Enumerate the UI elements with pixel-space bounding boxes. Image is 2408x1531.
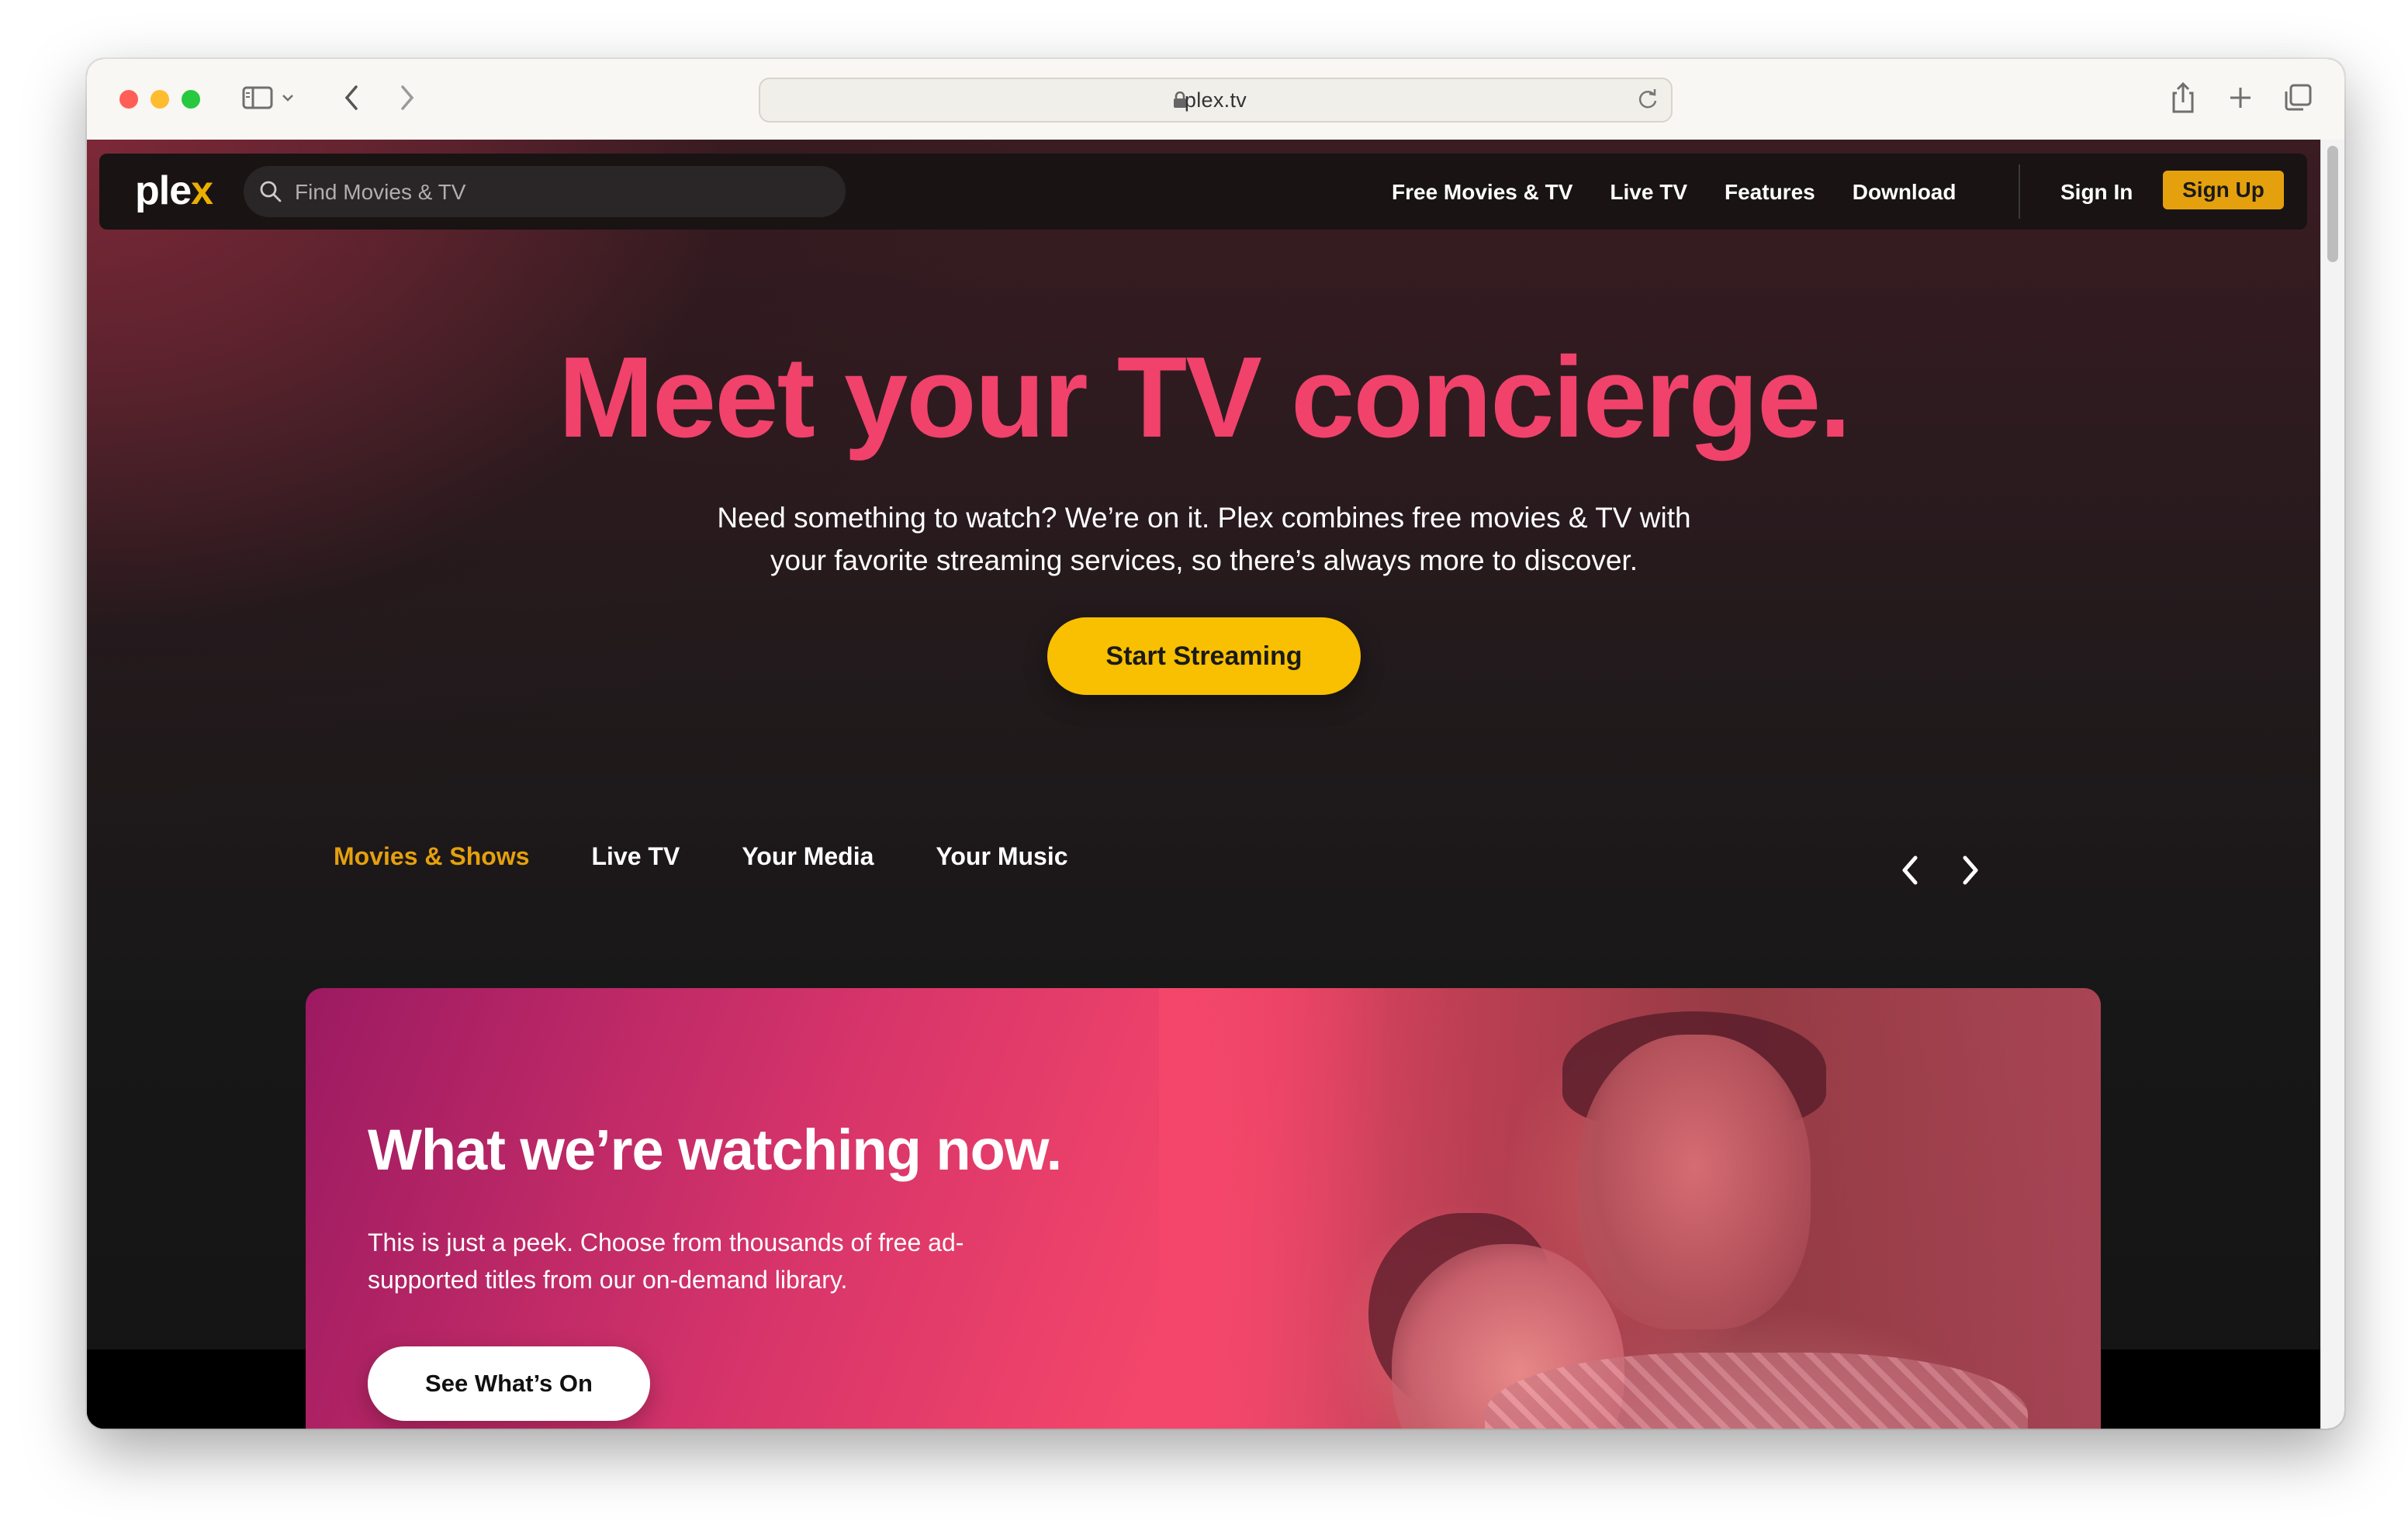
plex-logo[interactable]: plex: [135, 168, 213, 214]
sign-in-link[interactable]: Sign In: [2060, 180, 2133, 205]
logo-accent: x: [191, 168, 213, 213]
hero-subtitle-line-1: Need something to watch? We’re on it. Pl…: [717, 502, 1691, 534]
carousel-next-icon[interactable]: [1955, 853, 1986, 887]
forward-icon[interactable]: [388, 79, 425, 116]
sign-up-button[interactable]: Sign Up: [2163, 171, 2284, 209]
nav-divider: [2019, 164, 2020, 219]
see-whats-on-button[interactable]: See What’s On: [368, 1346, 650, 1421]
hero-title: Meet your TV concierge.: [558, 334, 1852, 461]
minimize-window-button[interactable]: [150, 90, 169, 109]
hero-subtitle: Need something to watch? We’re on it. Pl…: [661, 496, 1747, 582]
share-icon[interactable]: [2164, 79, 2202, 116]
search-input[interactable]: [293, 177, 824, 208]
nav-link-free-movies-tv[interactable]: Free Movies & TV: [1392, 180, 1572, 205]
reload-icon[interactable]: [1635, 87, 1660, 116]
tab-your-media[interactable]: Your Media: [742, 842, 874, 871]
address-bar[interactable]: plex.tv: [759, 78, 1673, 123]
feature-card: What we’re watching now. This is just a …: [306, 988, 2101, 1429]
card-description: This is just a peek. Choose from thousan…: [368, 1229, 964, 1294]
tab-movies-shows[interactable]: Movies & Shows: [334, 842, 530, 871]
nav-links: Free Movies & TV Live TV Features Downlo…: [1392, 180, 1956, 205]
nav-link-live-tv[interactable]: Live TV: [1610, 180, 1687, 205]
zoom-window-button[interactable]: [182, 90, 200, 109]
browser-window: plex.tv plex Free Movies & TV: [87, 59, 2344, 1429]
nav-link-download[interactable]: Download: [1853, 180, 1956, 205]
site-navbar: plex Free Movies & TV Live TV Features D…: [99, 154, 2307, 230]
tab-live-tv[interactable]: Live TV: [592, 842, 680, 871]
sidebar-icon[interactable]: [239, 79, 276, 116]
search-box[interactable]: [244, 166, 846, 217]
nav-link-features[interactable]: Features: [1725, 180, 1815, 205]
web-page: plex Free Movies & TV Live TV Features D…: [87, 140, 2321, 1429]
feature-tabs: Movies & Shows Live TV Your Media Your M…: [334, 842, 1068, 871]
logo-text: ple: [135, 168, 192, 213]
carousel-prev-icon[interactable]: [1894, 853, 1925, 887]
page-scrollbar[interactable]: [2320, 140, 2344, 1429]
image-figure-man: [1578, 1035, 1811, 1329]
close-window-button[interactable]: [119, 90, 138, 109]
url-text: plex.tv: [1184, 88, 1247, 112]
card-title: What we’re watching now.: [368, 1118, 1062, 1182]
image-fade-overlay: [1159, 988, 1392, 1429]
back-icon[interactable]: [334, 79, 371, 116]
tabs-overview-icon[interactable]: [2279, 79, 2316, 116]
hero-subtitle-line-2: your favorite streaming services, so the…: [770, 544, 1638, 576]
start-streaming-button[interactable]: Start Streaming: [1047, 617, 1361, 695]
search-icon: [259, 180, 282, 207]
chevron-down-icon[interactable]: [276, 79, 299, 116]
browser-toolbar: plex.tv: [87, 59, 2344, 141]
tab-your-music[interactable]: Your Music: [936, 842, 1067, 871]
new-tab-icon[interactable]: [2222, 79, 2259, 116]
scrollbar-thumb[interactable]: [2327, 146, 2338, 262]
